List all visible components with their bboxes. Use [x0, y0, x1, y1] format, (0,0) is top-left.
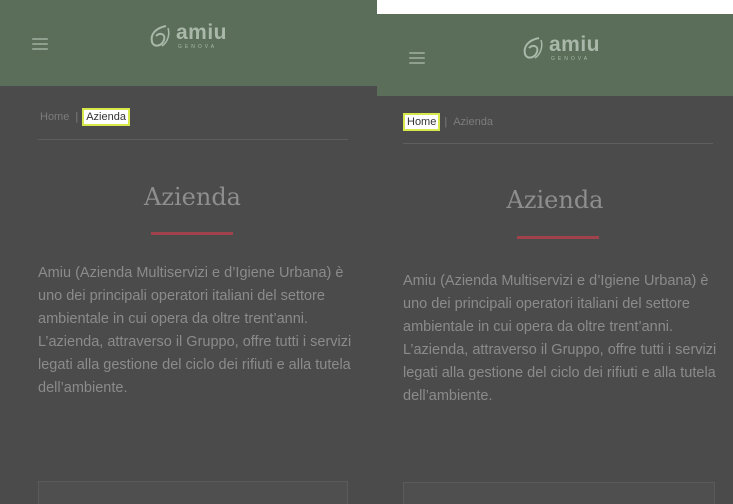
title-underline: [151, 232, 233, 235]
breadcrumb: Home | Azienda: [403, 113, 495, 131]
screen-left: amiu GENOVA Home | Azienda Azienda Amiu …: [0, 0, 377, 504]
menu-icon[interactable]: [409, 52, 425, 64]
amiu-logo-icon: [523, 37, 543, 59]
site-header: amiu GENOVA: [0, 0, 377, 86]
screen-right: amiu GENOVA Home | Azienda Azienda Amiu …: [377, 14, 733, 504]
breadcrumb-divider: [38, 139, 348, 140]
breadcrumb: Home | Azienda: [38, 108, 130, 126]
page-title: Azienda: [144, 183, 241, 211]
title-underline: [517, 236, 599, 239]
content-card: [403, 482, 715, 504]
intro-paragraph: Amiu (Azienda Multiservizi e d’Igiene Ur…: [403, 273, 717, 404]
site-logo[interactable]: amiu GENOVA: [146, 22, 227, 50]
site-header: amiu GENOVA: [377, 14, 733, 96]
content-card: [38, 481, 348, 504]
breadcrumb-separator: |: [75, 111, 79, 123]
intro-paragraph: Amiu (Azienda Multiservizi e d’Igiene Ur…: [38, 265, 352, 396]
breadcrumb-home[interactable]: Home: [38, 110, 71, 124]
breadcrumb-home[interactable]: Home: [403, 113, 441, 131]
logo-wordmark: amiu: [549, 33, 601, 56]
logo-wordmark: amiu: [176, 21, 228, 44]
breadcrumb-current[interactable]: Azienda: [451, 115, 495, 129]
breadcrumb-separator: |: [444, 116, 448, 128]
amiu-logo-icon: [150, 25, 170, 47]
breadcrumb-current[interactable]: Azienda: [82, 108, 130, 126]
menu-icon[interactable]: [32, 38, 48, 50]
page-title: Azienda: [506, 186, 604, 214]
logo-subtitle: GENOVA: [178, 44, 218, 50]
logo-subtitle: GENOVA: [551, 56, 591, 62]
site-logo[interactable]: amiu GENOVA: [519, 34, 600, 62]
breadcrumb-divider: [403, 143, 713, 144]
